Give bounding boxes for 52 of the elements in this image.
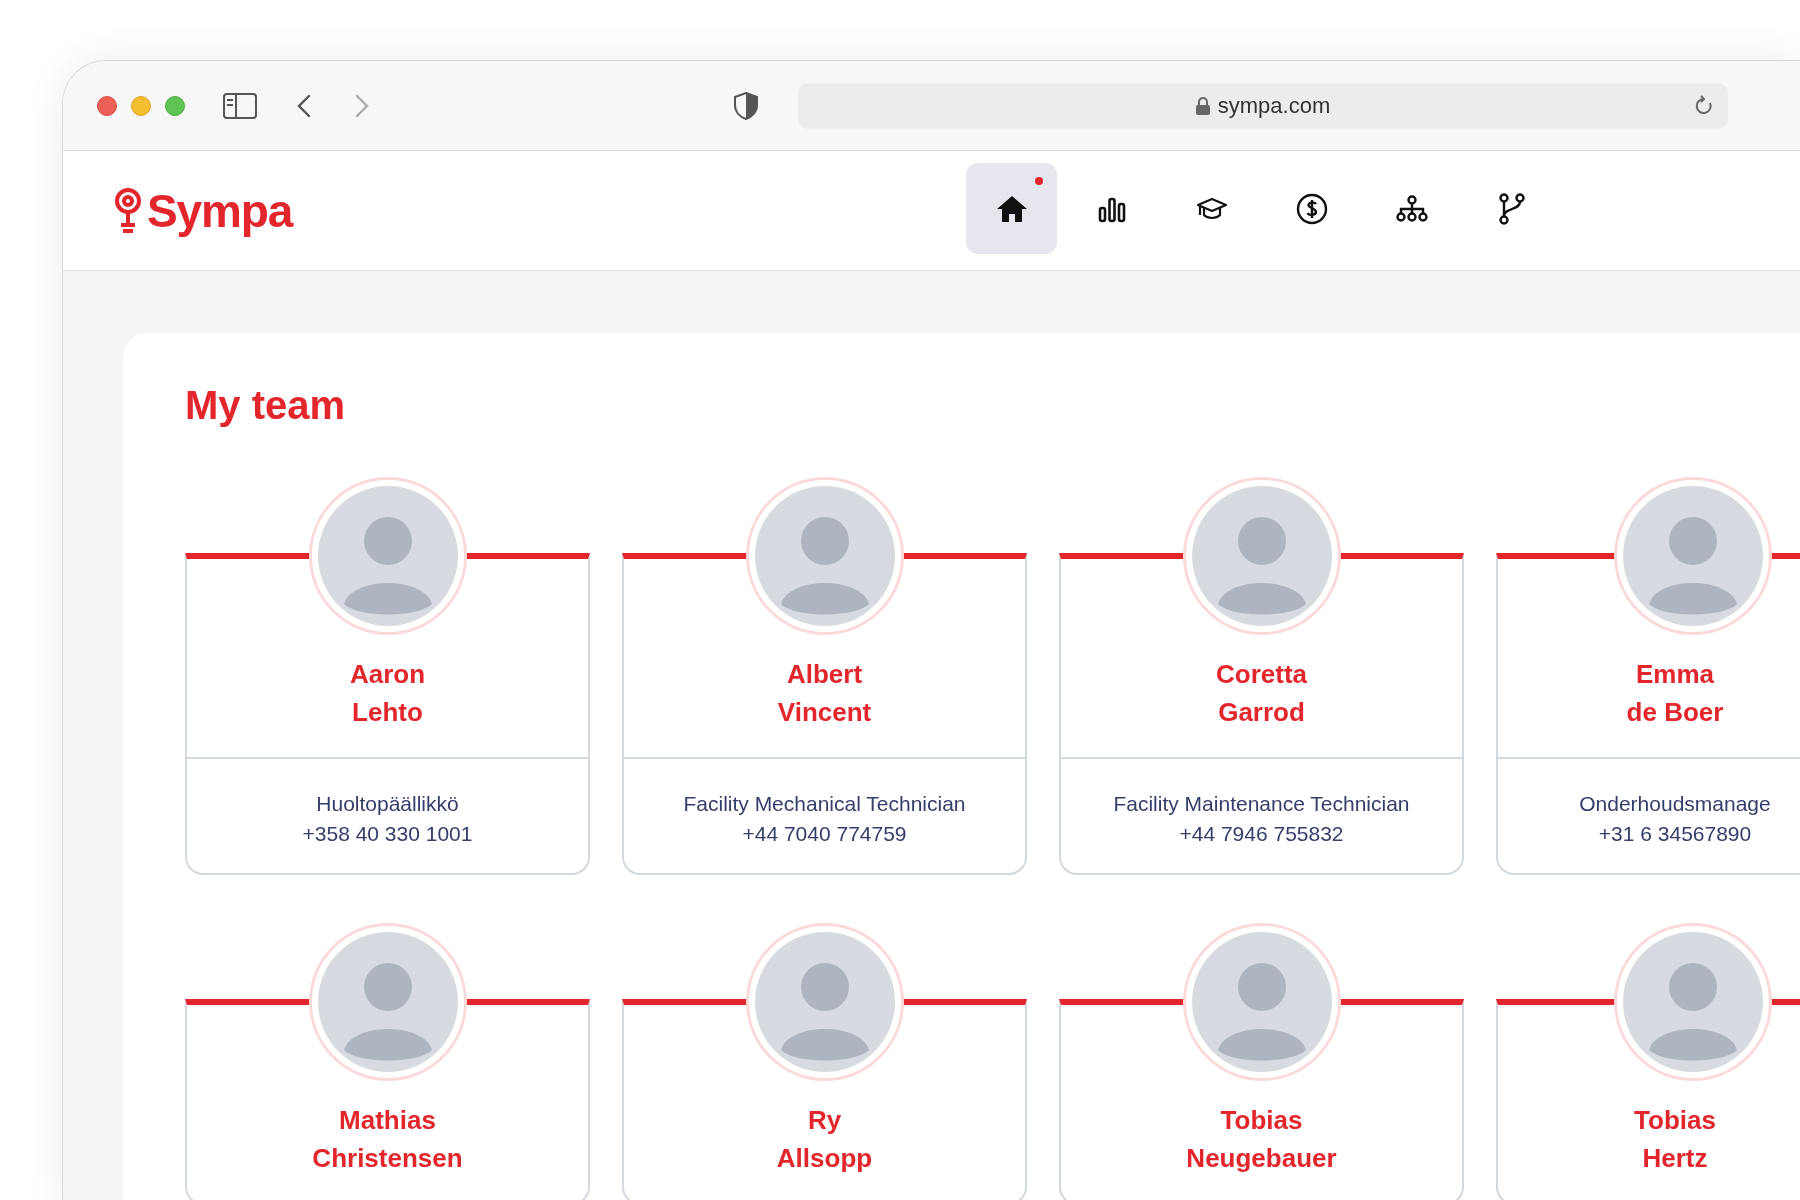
phone-number: +31 6 34567890 [1598, 821, 1752, 847]
member-name: Albert [786, 658, 863, 691]
member-name: Allsopp [776, 1142, 873, 1175]
job-title: Facility Maintenance Technician [1113, 791, 1410, 817]
member-name: Ry [807, 1104, 842, 1137]
home-icon [995, 194, 1028, 223]
person-silhouette-icon [1191, 932, 1332, 1072]
member-name: Coretta [1216, 658, 1307, 691]
sidebar-toggle-icon[interactable] [223, 92, 257, 119]
phone-number: +44 7946 755832 [1179, 821, 1344, 847]
person-silhouette-icon [1191, 486, 1332, 626]
member-name: Emma [1635, 658, 1714, 691]
person-silhouette-icon [754, 486, 895, 626]
lock-icon [1195, 96, 1210, 115]
team-member-card[interactable]: Coretta Garrod Facility Maintenance Technician +44 7946 755832 [1059, 553, 1464, 875]
job-title: Facility Mechanical Technician [683, 791, 966, 817]
phone-number: +44 7040 774759 [742, 821, 907, 847]
back-icon[interactable] [297, 93, 311, 118]
member-name: Tobias [1634, 1104, 1716, 1137]
team-member-card[interactable]: Albert Vincent Facility Mechanical Technician +44 7040 774759 [622, 553, 1027, 875]
branch-icon [1497, 192, 1526, 225]
member-name: Garrod [1218, 696, 1305, 729]
job-title: Onderhoudsmanage [1579, 791, 1771, 817]
member-name: Aaron [349, 658, 426, 691]
team-member-card[interactable]: Aaron Lehto Huoltopäällikkö +358 40 330 1001 [185, 553, 590, 875]
team-member-card[interactable]: Emma de Boer Onderhoudsmanage +31 6 34567890 [1496, 553, 1800, 875]
nav-tab[interactable] [966, 163, 1057, 254]
member-name: Hertz [1642, 1142, 1708, 1175]
address-bar[interactable]: sympa.com [798, 82, 1728, 129]
close-window-button[interactable] [97, 95, 117, 116]
person-silhouette-icon [1623, 932, 1763, 1072]
person-silhouette-icon [1623, 486, 1763, 626]
reload-icon[interactable] [1694, 94, 1714, 117]
person-silhouette-icon [317, 486, 458, 626]
member-name: Tobias [1220, 1104, 1303, 1137]
logo-icon [113, 186, 143, 235]
member-name: Vincent [777, 696, 872, 729]
member-name: Mathias [339, 1104, 436, 1137]
dollar-coin-icon [1295, 192, 1328, 225]
person-silhouette-icon [754, 932, 895, 1072]
member-name: Lehto [352, 696, 423, 729]
member-name: Christensen [312, 1142, 463, 1175]
member-name: Neugebauer [1186, 1142, 1337, 1175]
shield-icon[interactable] [734, 91, 758, 120]
maximize-window-button[interactable] [165, 95, 185, 116]
person-silhouette-icon [317, 932, 458, 1072]
org-chart-icon [1395, 194, 1428, 223]
phone-number: +358 40 330 1001 [302, 821, 473, 847]
url-text: sympa.com [1217, 92, 1331, 120]
job-title: Huoltopäällikkö [316, 791, 459, 817]
member-name: de Boer [1626, 696, 1724, 729]
section-title: My team [185, 385, 347, 425]
